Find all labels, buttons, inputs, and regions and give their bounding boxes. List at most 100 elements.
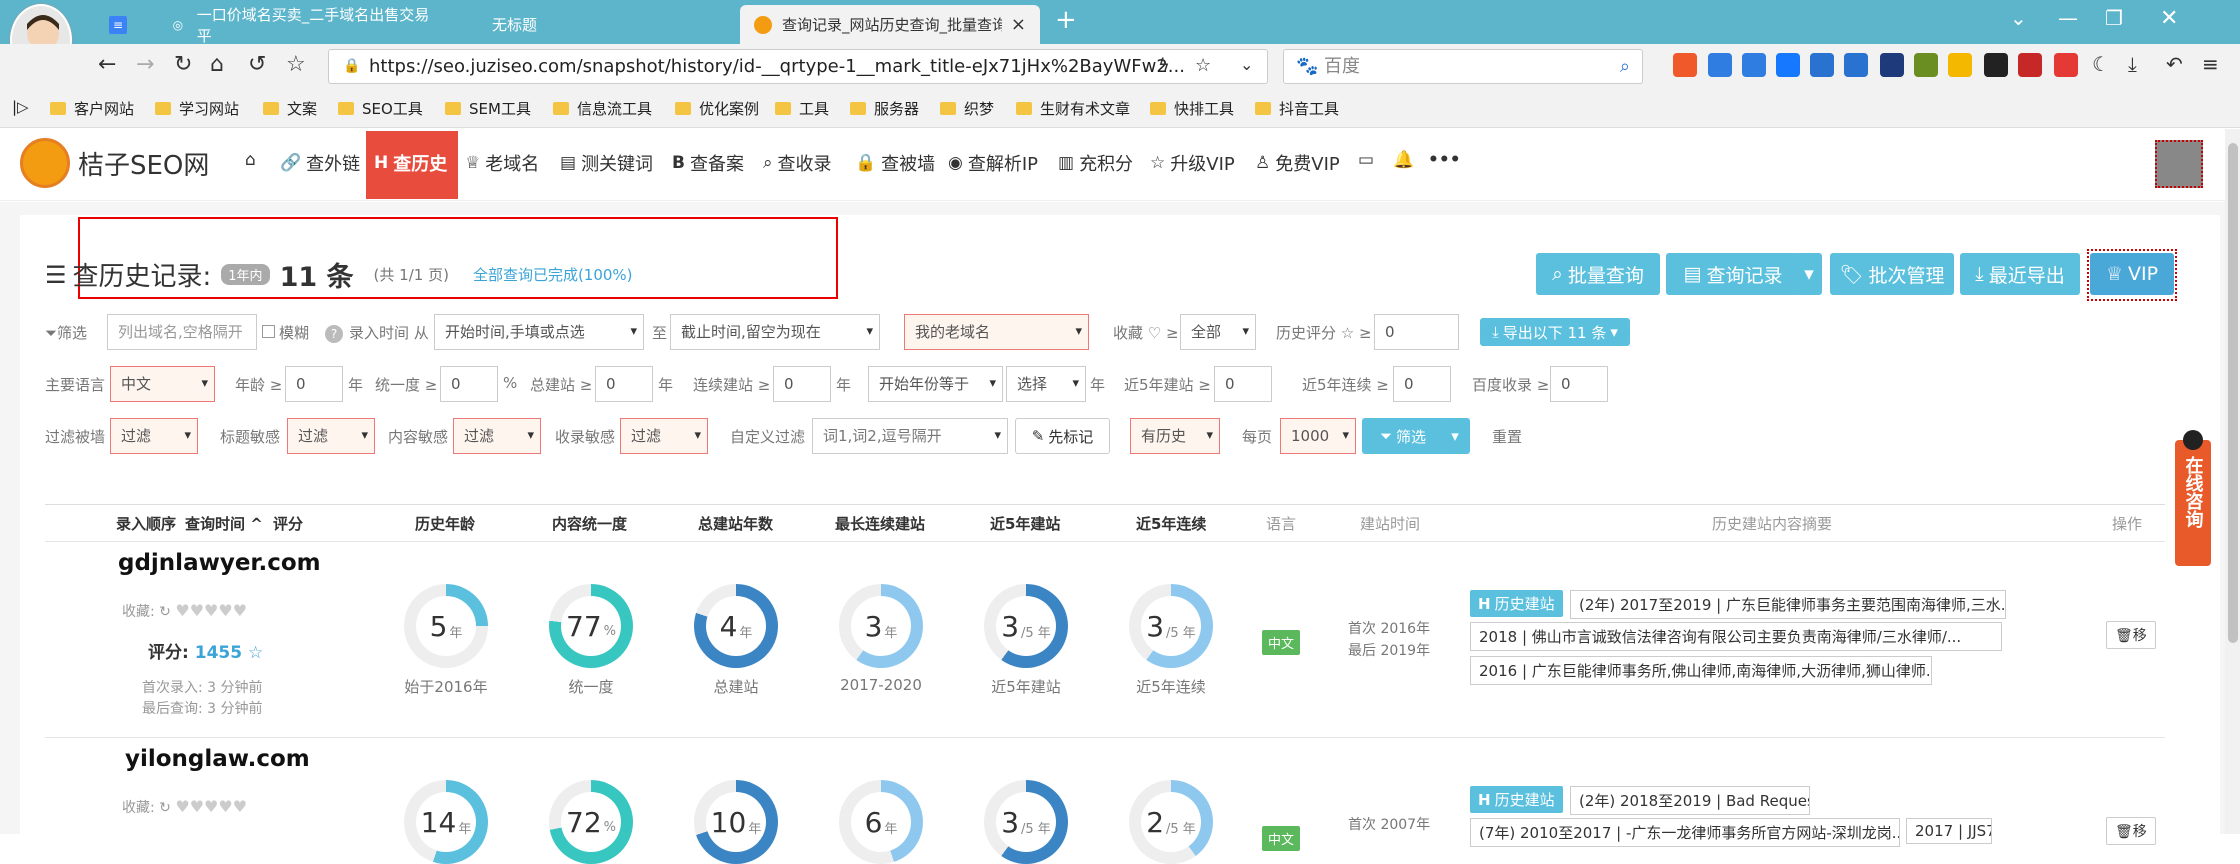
- col-r5[interactable]: 近5年建站: [990, 513, 1060, 534]
- r5-input[interactable]: 0: [1214, 366, 1272, 402]
- user-avatar[interactable]: [2155, 140, 2203, 188]
- score-value[interactable]: 1455 ☆: [195, 643, 263, 663]
- ext-icon-8[interactable]: [1914, 53, 1938, 77]
- domain-filter-input[interactable]: 列出域名,空格隔开: [107, 314, 257, 350]
- recent-export-button[interactable]: ⤓ 最近导出: [1960, 253, 2080, 295]
- fav-select[interactable]: 全部: [1180, 314, 1256, 350]
- new-tab-icon[interactable]: +: [1055, 5, 1077, 35]
- r5c-input[interactable]: 0: [1393, 366, 1451, 402]
- menu-more[interactable]: •••: [1428, 150, 1466, 170]
- col-query-time[interactable]: 查询时间 ^: [185, 513, 263, 534]
- home-icon[interactable]: ⌂: [210, 52, 224, 77]
- summary-item[interactable]: (2年) 2017至2019 | 广东巨能律师事务主要范围南海律师,三水...: [1570, 590, 2006, 619]
- col-unity[interactable]: 内容统一度: [552, 513, 627, 534]
- download-icon[interactable]: ⤓: [2128, 52, 2137, 76]
- end-time-input[interactable]: 截止时间,留空为现在: [670, 314, 880, 350]
- bd-input[interactable]: 0: [1550, 366, 1608, 402]
- bookmark-item[interactable]: 学习网站: [155, 98, 239, 119]
- forward-icon[interactable]: →: [136, 52, 154, 77]
- menu-free-vip[interactable]: ♙ 免费VIP: [1255, 150, 1340, 176]
- ext-new2-icon[interactable]: [1844, 53, 1868, 77]
- online-consult-button[interactable]: 在线咨询: [2175, 430, 2211, 566]
- tab-domain-market[interactable]: ◎ 一口价域名买卖_二手域名出售交易平: [155, 5, 440, 45]
- restore-icon[interactable]: ⌄: [2010, 6, 2027, 30]
- title-sens-select[interactable]: 过滤: [287, 418, 375, 454]
- history-tag[interactable]: H 历史建站: [1470, 786, 1563, 813]
- close-window-icon[interactable]: ✕: [2160, 6, 2178, 31]
- my-domains-select[interactable]: 我的老域名: [904, 314, 1089, 350]
- bookmark-item[interactable]: 工具: [775, 98, 829, 119]
- col-r5c[interactable]: 近5年连续: [1136, 513, 1206, 534]
- hearts-rating[interactable]: ♥♥♥♥♥: [175, 601, 247, 620]
- batch-query-button[interactable]: ⌕ 批量查询: [1536, 253, 1660, 295]
- tab-history-query[interactable]: 查询记录_网站历史查询_批量查询 ×: [740, 5, 1040, 44]
- domain-link[interactable]: gdjnlawyer.com: [118, 550, 321, 576]
- bookmark-item[interactable]: 文案: [263, 98, 317, 119]
- site-logo[interactable]: 桔子SEO网: [20, 138, 209, 188]
- col-score[interactable]: 评分: [273, 513, 303, 534]
- search-icon[interactable]: ⌕: [1620, 50, 1630, 83]
- tab-untitled[interactable]: 无标题: [450, 5, 740, 44]
- menu-home[interactable]: ⌂: [245, 150, 261, 170]
- tab-doc[interactable]: ≡: [95, 5, 155, 44]
- col-longest[interactable]: 最长连续建站: [835, 513, 925, 534]
- menu-bell[interactable]: 🔔: [1393, 150, 1419, 170]
- search-input[interactable]: 🐾 百度 ⌕: [1283, 49, 1643, 84]
- summary-item[interactable]: 2018 | 佛山市言诚致信法律咨询有限公司主要负责南海律师/三水律师/...: [1470, 622, 2002, 651]
- summary-item[interactable]: (2年) 2018至2019 | Bad Request: [1570, 786, 1810, 815]
- bookmark-item[interactable]: 生财有术文章: [1016, 98, 1130, 119]
- index-sens-select[interactable]: 过滤: [620, 418, 708, 454]
- lightning-icon[interactable]: ϟ: [1158, 55, 1170, 76]
- menu-wall[interactable]: 🔒 查被墙: [855, 150, 935, 176]
- menu-index[interactable]: ⌕ 查收录: [763, 150, 832, 176]
- col-age[interactable]: 历史年龄: [415, 513, 475, 534]
- year-select[interactable]: 选择: [1006, 366, 1086, 402]
- maximize-icon[interactable]: ❐: [2105, 6, 2123, 30]
- menu-ip[interactable]: ◉ 查解析IP: [948, 150, 1038, 176]
- ext-icon-9[interactable]: [1948, 53, 1972, 77]
- reload-icon[interactable]: ↻: [174, 52, 192, 77]
- records-dropdown-button[interactable]: ▾: [1796, 253, 1822, 295]
- undo-icon[interactable]: ↺: [248, 52, 266, 77]
- unity-input[interactable]: 0: [440, 366, 498, 402]
- menu-beian[interactable]: B 查备案: [672, 150, 744, 176]
- summary-item[interactable]: 2017 | JJS7: [1906, 818, 1992, 844]
- bookmark-item[interactable]: SEO工具: [338, 98, 423, 119]
- move-button[interactable]: 🗑移: [2106, 817, 2156, 845]
- zhihu-icon[interactable]: [1776, 53, 1800, 77]
- dropdown-icon[interactable]: ⌄: [1240, 55, 1253, 74]
- menu-history[interactable]: H 查历史: [374, 150, 447, 176]
- hearts-rating[interactable]: ♥♥♥♥♥: [175, 797, 247, 816]
- menu-upgrade-vip[interactable]: ☆ 升级VIP: [1150, 150, 1235, 176]
- close-tab-icon[interactable]: ×: [1011, 14, 1026, 35]
- pre-mark-button[interactable]: ✎ 先标记: [1015, 418, 1110, 454]
- per-page-select[interactable]: 1000: [1280, 418, 1356, 454]
- ext-icon-12[interactable]: [2054, 53, 2078, 77]
- bookmark-item[interactable]: 优化案例: [675, 98, 759, 119]
- custom-filter-input[interactable]: 词1,词2,逗号隔开: [812, 418, 1008, 454]
- menu-keywords[interactable]: ▤ 测关键词: [560, 150, 653, 176]
- menu-points[interactable]: ▥ 充积分: [1058, 150, 1133, 176]
- reset-link[interactable]: 重置: [1492, 426, 1522, 447]
- fuzzy-checkbox[interactable]: 模糊: [262, 322, 309, 343]
- minimize-icon[interactable]: —: [2058, 6, 2078, 30]
- url-input[interactable]: 🔒 https://seo.juziseo.com/snapshot/histor…: [328, 49, 1268, 84]
- history-tag[interactable]: H 历史建站: [1470, 590, 1563, 617]
- ext-icon-10[interactable]: [1984, 53, 2008, 77]
- bookmark-item[interactable]: 抖音工具: [1255, 98, 1339, 119]
- filter-button[interactable]: ⏷ 筛选: [1362, 418, 1444, 454]
- sidebar-toggle-icon[interactable]: |▷: [12, 98, 29, 116]
- bookmark-star-icon[interactable]: ☆: [1195, 55, 1211, 76]
- ext-new-icon[interactable]: [1742, 53, 1766, 77]
- lang-select[interactable]: 中文: [110, 366, 215, 402]
- bookmark-item[interactable]: 织梦: [940, 98, 994, 119]
- translate-icon[interactable]: [1708, 53, 1732, 77]
- export-button[interactable]: ⤓ 导出以下 11 条 ▾: [1480, 318, 1630, 346]
- content-sens-select[interactable]: 过滤: [453, 418, 541, 454]
- help-icon[interactable]: ?: [325, 325, 343, 343]
- col-total[interactable]: 总建站年数: [698, 513, 773, 534]
- has-history-select[interactable]: 有历史: [1130, 418, 1220, 454]
- bookmark-item[interactable]: 信息流工具: [553, 98, 652, 119]
- refresh-icon[interactable]: ↻: [159, 604, 171, 620]
- menu-old-domain[interactable]: ♕ 老域名: [465, 150, 539, 176]
